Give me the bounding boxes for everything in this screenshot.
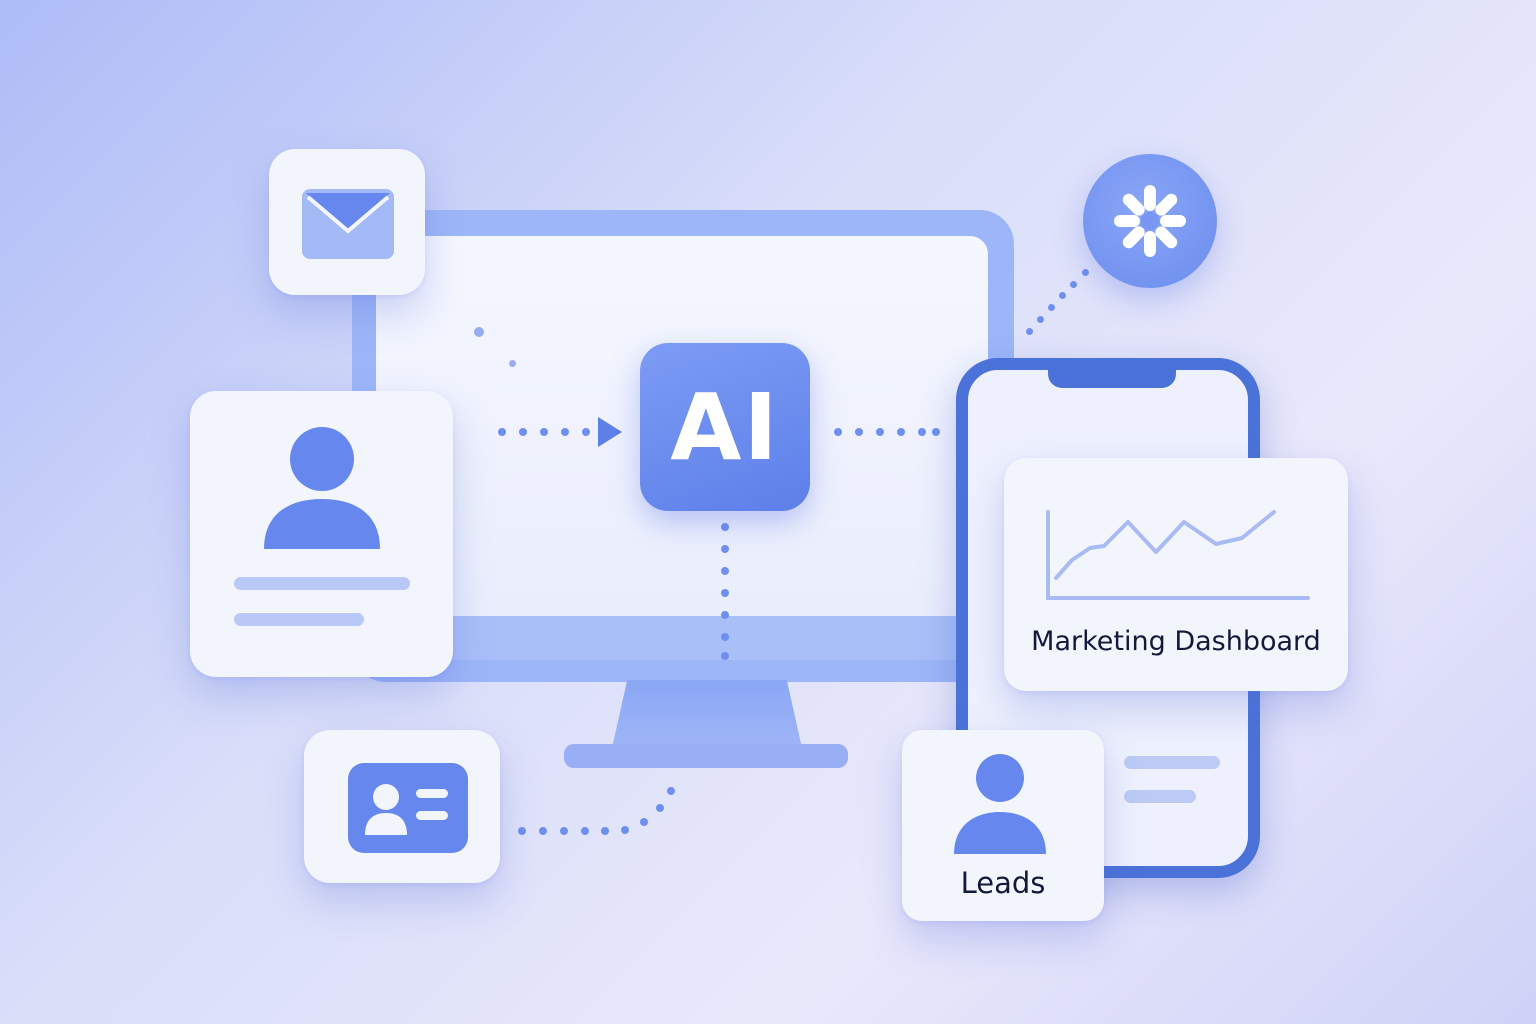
email-card[interactable] [269, 149, 425, 295]
monitor-chin [376, 616, 988, 660]
line-chart-icon [1046, 510, 1310, 600]
marketing-dashboard-card[interactable]: Marketing Dashboard [1004, 458, 1348, 691]
arrow-right-icon [598, 417, 622, 447]
profile-line-2 [234, 613, 364, 626]
leads-card[interactable]: Leads [902, 730, 1104, 921]
integration-badge[interactable] [1083, 154, 1217, 288]
monitor-base [564, 744, 848, 768]
dashboard-title: Marketing Dashboard [1031, 626, 1321, 657]
user-icon [264, 427, 380, 549]
ai-tile: AI [640, 343, 810, 511]
phone-notch [1048, 370, 1176, 388]
mail-icon [302, 189, 394, 259]
profile-card[interactable] [190, 391, 453, 677]
contact-card[interactable] [304, 730, 500, 883]
phone-line-1 [1124, 756, 1220, 769]
profile-line-1 [234, 577, 410, 590]
id-card-icon [348, 763, 468, 853]
leads-title: Leads [960, 866, 1046, 900]
asterisk-icon [1114, 185, 1186, 257]
user-icon [954, 754, 1046, 854]
ai-label: AI [670, 373, 780, 481]
monitor-stand [612, 680, 802, 748]
phone-line-2 [1124, 790, 1196, 803]
